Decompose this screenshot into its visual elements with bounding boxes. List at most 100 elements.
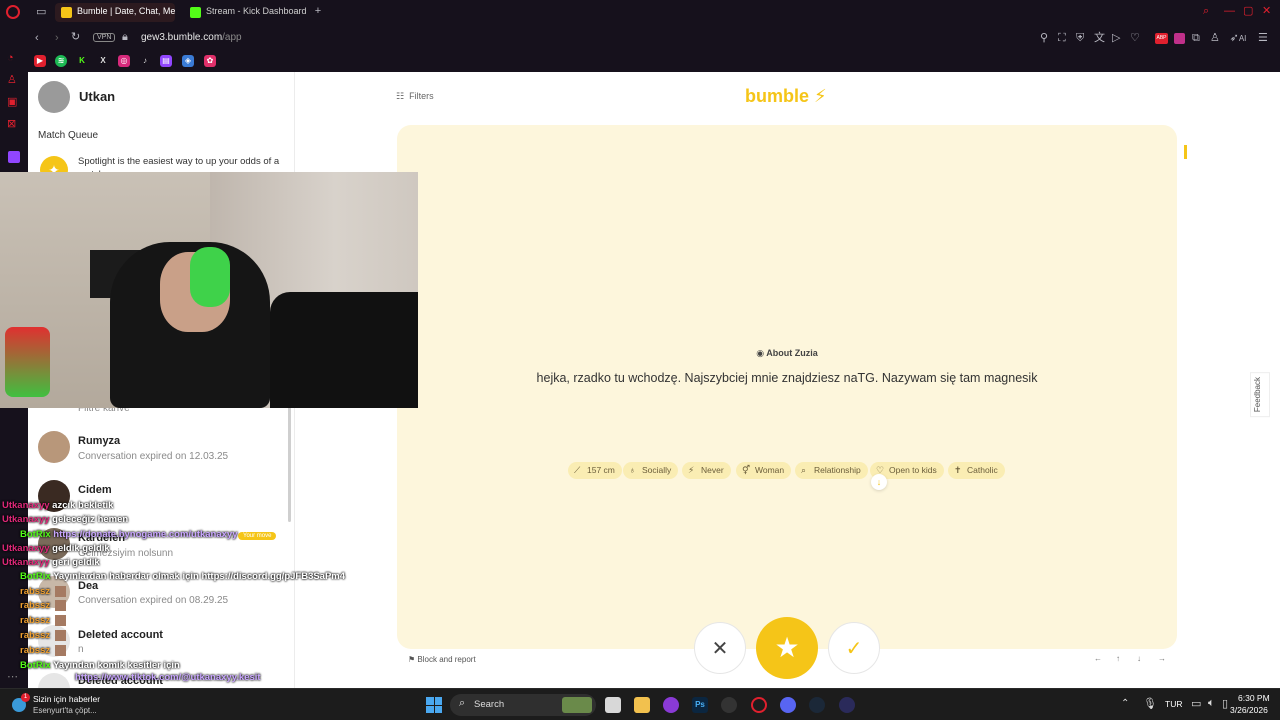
chat-message: rabssz (20, 645, 66, 656)
vpn-badge[interactable]: VPN (93, 33, 116, 42)
profile-name[interactable]: Utkan (79, 89, 115, 104)
back-icon[interactable]: ‹ (35, 32, 39, 44)
lock-icon[interactable]: 🔒︎ (122, 31, 128, 43)
chat-text: Yayından komik kesitler için (53, 660, 180, 671)
filters-button[interactable]: ☷ Filters (396, 91, 434, 102)
maximize-button[interactable]: ▢ (1243, 5, 1253, 17)
volume-icon[interactable]: 🔈︎ (1208, 697, 1215, 710)
bookmark-app-2-icon[interactable]: ✿ (204, 55, 216, 67)
tray-chevron-icon[interactable]: ⌃ (1121, 698, 1129, 709)
conversation-item[interactable]: Deleted account n (28, 621, 290, 663)
battery-icon[interactable]: ▯ (1222, 697, 1228, 710)
snapshot-icon[interactable]: ⛶ (1058, 32, 1066, 44)
x-icon[interactable]: X (97, 55, 109, 67)
bookmarks-bar: ▶ ≋ K X ◎ ♪ ▤ ◈ ✿ (0, 50, 1280, 72)
minimize-button[interactable]: — (1224, 5, 1235, 17)
conversations-scrollbar[interactable] (288, 402, 291, 522)
start-pane-4 (434, 705, 442, 713)
url-domain: gew3.bumble.com (141, 32, 223, 43)
spotify-icon[interactable]: ≋ (55, 55, 67, 67)
drinking-chip: ♁ Socially (623, 462, 679, 479)
network-icon[interactable]: ▭ (1191, 697, 1201, 710)
start-pane-2 (434, 697, 442, 705)
chat-message: Utkanaxyy azcık bekletik (2, 500, 113, 511)
superswipe-button[interactable]: ★ (756, 617, 818, 679)
steam-icon[interactable] (809, 697, 825, 713)
aria-ai-icon[interactable]: ➶AI (1228, 32, 1248, 45)
gender-icon: ⚥ (742, 465, 751, 475)
puzzle-icon[interactable]: ⧉ (1192, 32, 1200, 44)
tab-search-icon[interactable]: ▭ (36, 6, 46, 18)
discord-icon[interactable] (780, 697, 796, 713)
shield-icon[interactable]: ⛨ (1076, 32, 1084, 44)
sidebar-app-3-icon[interactable]: ⊠ (7, 118, 16, 130)
aria-icon[interactable]: ◔ (7, 52, 14, 64)
profile-icon[interactable]: ♙ (1210, 32, 1220, 44)
block-report-link[interactable]: ⚑ Block and report (408, 655, 476, 664)
sidebar-more-icon[interactable]: ⋯ (7, 671, 18, 683)
chat-user: rabssz (20, 645, 51, 657)
search-icon: ⌕ (801, 465, 807, 475)
forward-icon[interactable]: › (55, 32, 59, 44)
chat-message: BotRix Yayından komik kesitler için (20, 660, 180, 671)
chat-text: https://donate.bynogame.com/utkanaxyy (53, 529, 238, 540)
flag-icon: ⚑ (408, 655, 418, 664)
chip-label: Relationship (814, 465, 861, 475)
search-icon[interactable]: ⌕ (1203, 5, 1209, 17)
tab-kick[interactable]: Stream - Kick Dashboard (184, 3, 308, 22)
bookmark-app-icon[interactable]: ◈ (182, 55, 194, 67)
chat-link: https://www.tiktok.com/@utkanaxyy.kesit (75, 672, 261, 683)
heart-icon[interactable]: ♡ (1130, 32, 1140, 44)
spotlight-text[interactable]: Spotlight is the easiest way to up your … (78, 156, 279, 167)
block-label: Block and report (417, 655, 476, 664)
search-box[interactable]: ⌕ Search (450, 694, 596, 716)
religion-icon: ✝ (954, 465, 962, 475)
sidebar-app-icon[interactable]: ♙ (7, 74, 17, 86)
opera-taskbar-icon[interactable] (751, 697, 767, 713)
chat-user: rabssz (20, 630, 51, 642)
youtube-icon[interactable]: ▶ (34, 55, 46, 67)
player-icon[interactable]: ▷ (1112, 32, 1120, 44)
app-steam-2-icon[interactable] (839, 697, 855, 713)
twitch-icon[interactable]: ▤ (160, 55, 172, 67)
bio-text: hejka, rzadko tu wchodzę. Najszybciej mn… (536, 371, 1038, 385)
language-indicator[interactable]: TUR (1165, 699, 1182, 709)
url-field[interactable]: gew3.bumble.com/app (141, 32, 242, 43)
photoshop-icon[interactable]: Ps (692, 697, 708, 713)
new-tab-button[interactable]: + (312, 5, 324, 17)
pin-icon[interactable]: ⚲ (1040, 32, 1048, 44)
menu-icon[interactable]: ☰ (1258, 32, 1268, 44)
close-button[interactable]: ✕ (1262, 5, 1271, 17)
file-explorer-icon[interactable] (634, 697, 650, 713)
like-button[interactable]: ✓ (828, 622, 880, 674)
sidebar-app-2-icon[interactable]: ▣ (7, 96, 17, 108)
translate-icon[interactable]: 文 (1094, 32, 1105, 44)
conversation-item[interactable]: Rumyza Conversation expired on 12.03.25 (28, 427, 290, 469)
feedback-tab[interactable]: Feedback (1250, 372, 1270, 418)
adblock-icon[interactable]: ABP (1155, 33, 1168, 44)
instagram-icon[interactable]: ◎ (118, 55, 130, 67)
tab-bumble[interactable]: Bumble | Date, Chat, Meet (55, 3, 175, 22)
clock-time[interactable]: 6:30 PM (1238, 693, 1270, 703)
microphone-icon[interactable]: 🎙︎ (1143, 697, 1157, 710)
avatar[interactable] (38, 81, 70, 113)
filters-label: Filters (409, 91, 434, 101)
app-purple-icon[interactable] (663, 697, 679, 713)
chat-user: Utkanaxyy (2, 500, 50, 511)
windows-start-icon[interactable] (426, 697, 442, 713)
conversation-item[interactable]: Cidem (28, 476, 290, 518)
kick-icon[interactable]: K (76, 55, 88, 67)
twitch-sidebar-icon[interactable] (8, 151, 20, 163)
extension-icon[interactable] (1174, 33, 1185, 44)
clock-date[interactable]: 3/26/2026 (1230, 705, 1268, 715)
reload-icon[interactable]: ↻ (71, 31, 80, 43)
news-widget[interactable]: 1 Sizin için haberler Esenyurt'ta çöpt..… (12, 692, 132, 718)
card-scrollbar[interactable] (1184, 145, 1187, 159)
obs-icon[interactable] (721, 697, 737, 713)
task-view-icon[interactable] (605, 697, 621, 713)
tiktok-icon[interactable]: ♪ (139, 55, 151, 67)
scroll-down-button[interactable]: ↓ (871, 474, 887, 490)
chat-user: Utkanaxyy (2, 557, 50, 568)
pass-button[interactable]: ✕ (694, 622, 746, 674)
opera-logo-icon[interactable] (6, 5, 20, 19)
